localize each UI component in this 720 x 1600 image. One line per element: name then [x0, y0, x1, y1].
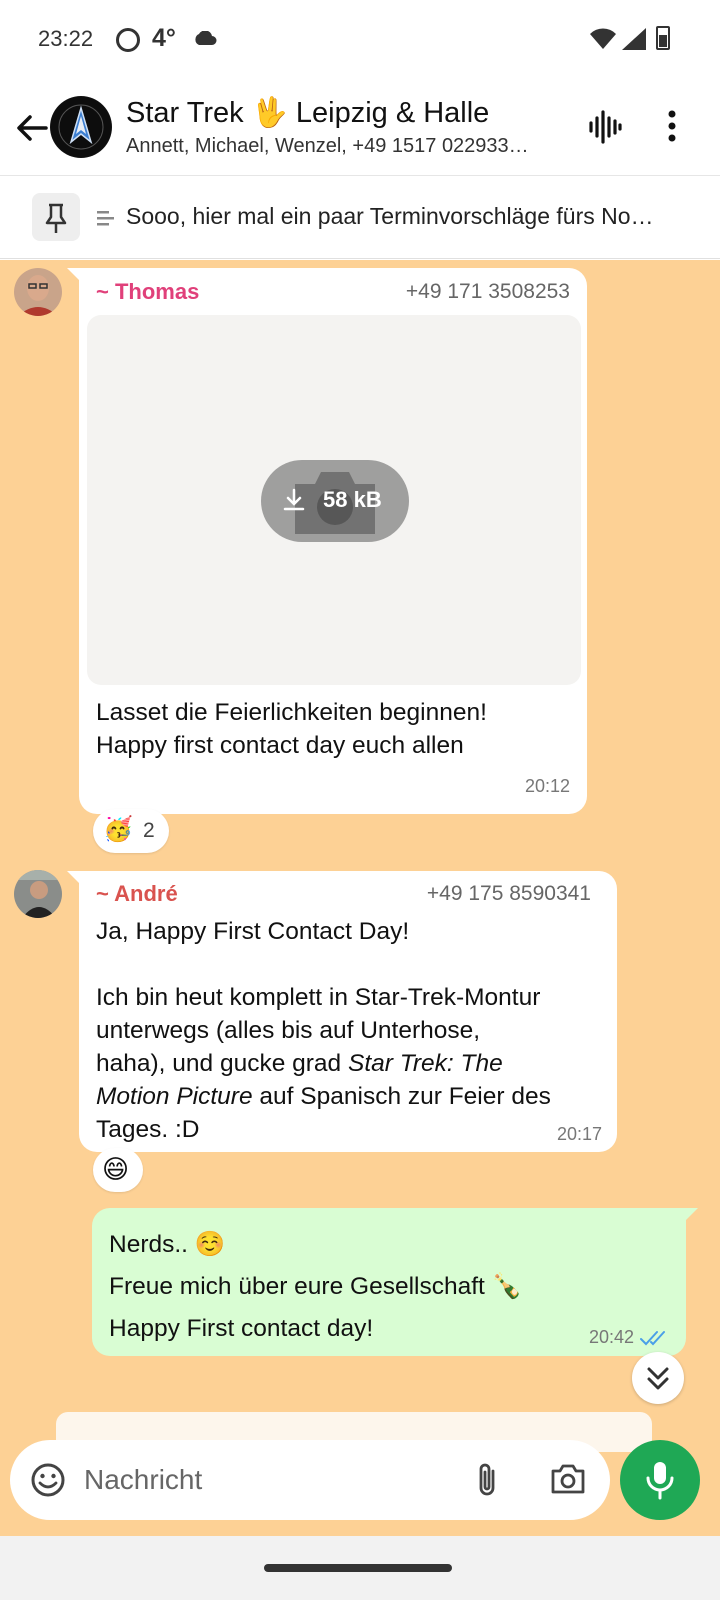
signal-icon	[622, 28, 646, 50]
message-text: Lasset die Feierlichkeiten beginnen! Hap…	[96, 699, 487, 759]
voice-message-button[interactable]	[620, 1440, 700, 1520]
download-button[interactable]: 58 kB	[261, 460, 409, 542]
message-bubble-thomas[interactable]: ~ Thomas +49 171 3508253 58 kB Lasset di…	[67, 268, 587, 814]
paperclip-icon[interactable]	[474, 1460, 500, 1500]
reaction-count: 2	[143, 819, 155, 842]
camera-icon[interactable]	[550, 1462, 586, 1496]
sender-phone: +49 175 8590341	[426, 882, 591, 905]
pinned-message-text: Sooo, hier mal ein paar Terminvorschläge…	[126, 203, 654, 229]
double-chevron-down-icon	[647, 1367, 669, 1390]
message-time: 20:12	[524, 776, 570, 796]
battery-icon	[656, 26, 670, 50]
chat-title[interactable]: Star Trek 🖖 Leipzig & Halle	[126, 96, 489, 130]
emoji-icon[interactable]	[30, 1462, 66, 1498]
reaction-emoji: 🥳	[103, 816, 133, 843]
message-text: Ja, Happy First Contact Day! Ich bin heu…	[96, 918, 551, 1143]
sender-phone: +49 171 3508253	[405, 280, 570, 303]
group-avatar[interactable]	[50, 96, 112, 158]
message-composer[interactable]: Nachricht	[10, 1440, 610, 1520]
pin-button[interactable]	[32, 193, 80, 241]
notification-icon	[116, 28, 140, 52]
message-bubble-andre[interactable]: ~ André +49 175 8590341 Ja, Happy First …	[67, 871, 617, 1152]
download-icon	[283, 488, 305, 511]
status-temperature: 4°	[152, 24, 176, 52]
reaction-badge[interactable]: 😄	[93, 1148, 143, 1192]
voice-chat-icon[interactable]	[588, 110, 622, 144]
reaction-badge[interactable]: 🥳 2	[93, 809, 169, 853]
message-time: 20:42	[588, 1327, 634, 1347]
wifi-icon	[590, 28, 616, 49]
more-vert-icon[interactable]	[668, 110, 676, 142]
file-size: 58 kB	[323, 487, 382, 512]
message-time: 20:17	[556, 1124, 602, 1144]
chat-header: Star Trek 🖖 Leipzig & Halle Annett, Mich…	[0, 80, 720, 176]
status-bar: 23:22 4°	[0, 0, 720, 80]
read-ticks-icon	[640, 1331, 665, 1346]
pinned-message-bar[interactable]: Sooo, hier mal ein paar Terminvorschläge…	[0, 177, 720, 259]
scroll-down-button[interactable]	[632, 1352, 684, 1404]
home-handle[interactable]	[264, 1564, 452, 1572]
sender-name[interactable]: ~ Thomas	[96, 279, 199, 305]
avatar-thomas[interactable]	[14, 268, 62, 316]
image-placeholder[interactable]: 58 kB	[87, 315, 581, 685]
message-input[interactable]: Nachricht	[84, 1464, 202, 1496]
reaction-emoji: 😄	[102, 1154, 130, 1184]
pin-icon	[45, 203, 67, 233]
back-arrow-icon[interactable]	[12, 108, 52, 148]
message-bubble-outgoing[interactable]: Nerds.. ☺️ Freue mich über eure Gesellsc…	[92, 1208, 698, 1356]
message-text: Nerds.. ☺️ Freue mich über eure Gesellsc…	[109, 1231, 523, 1342]
system-nav-bar	[0, 1536, 720, 1600]
sender-name[interactable]: ~ André	[96, 881, 178, 907]
avatar-andre[interactable]	[14, 870, 62, 918]
chat-members[interactable]: Annett, Michael, Wenzel, +49 1517 022933…	[126, 135, 566, 158]
status-time: 23:22	[38, 26, 94, 51]
cloud-icon	[195, 31, 217, 45]
chat-area[interactable]: ~ Thomas +49 171 3508253 58 kB Lasset di…	[0, 260, 720, 1540]
text-lines-icon	[97, 211, 114, 226]
microphone-icon	[646, 1462, 674, 1500]
